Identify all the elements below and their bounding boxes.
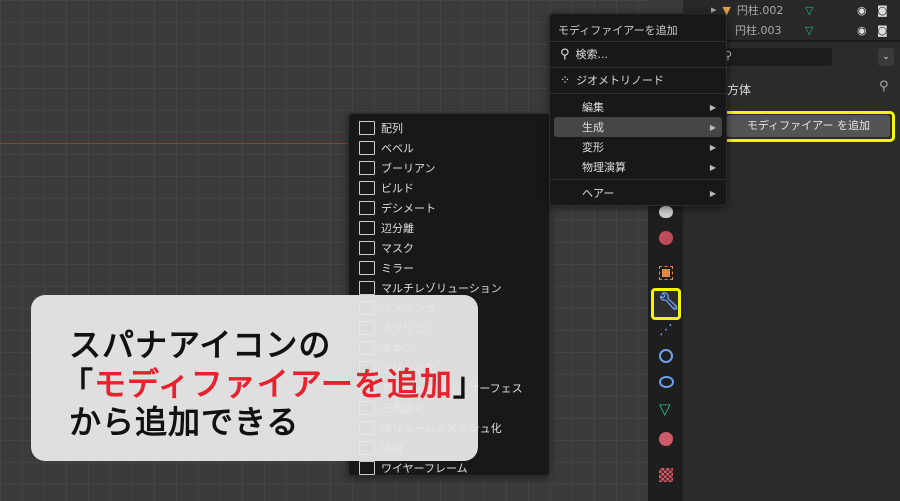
modifier-icon (359, 201, 375, 215)
constraints-tab-icon[interactable] (659, 376, 674, 388)
submenu-arrow-icon: ▶ (709, 162, 716, 172)
item-label: ブーリアン (381, 162, 436, 175)
item-label: デシメート (381, 202, 436, 215)
world-tab-icon[interactable] (659, 231, 673, 245)
physics-tab-icon[interactable] (659, 206, 673, 218)
item-label: 生成 (582, 121, 604, 134)
modifier-icon (359, 241, 375, 255)
generate-menu-item[interactable]: ベベル (353, 138, 545, 158)
item-label: ビルド (381, 182, 414, 195)
add-modifier-button[interactable]: モディファイアー を追加 (727, 115, 890, 137)
camera-icon[interactable]: ◙ (877, 24, 888, 37)
item-label: ヘアー (582, 187, 615, 200)
generate-menu-item[interactable]: ビルド (353, 178, 545, 198)
object-tab-icon[interactable] (659, 266, 673, 280)
item-label: 辺分離 (381, 222, 414, 235)
camera-icon[interactable]: ◙ (877, 4, 888, 17)
object-name: 方体 (727, 83, 752, 97)
search-icon: ⚲ (560, 46, 570, 62)
item-label: マルチレゾリューション (381, 282, 502, 295)
generate-menu-item[interactable]: デシメート (353, 198, 545, 218)
modifier-icon (359, 121, 375, 135)
menu-item-0[interactable]: 編集 ▶ (554, 97, 722, 117)
mesh-data-tab-icon[interactable]: ▽ (659, 400, 671, 418)
modifier-icon (359, 461, 375, 475)
wrench-icon[interactable]: 🔧︎ (658, 292, 680, 312)
item-label: 検索... (575, 48, 609, 61)
item-label: ワイヤーフレーム (381, 462, 468, 475)
item-label: 変形 (582, 141, 604, 154)
x-axis-line (0, 143, 350, 144)
menu-item-3[interactable]: 物理演算 ▶ (554, 157, 722, 177)
modifier-icon (359, 261, 375, 275)
mesh-data-icon: ▽ (805, 23, 814, 37)
properties-search[interactable]: ⚲ (720, 48, 832, 66)
physics-force-tab-icon[interactable] (659, 349, 673, 363)
item-label: 配列 (381, 122, 403, 135)
generate-menu-item[interactable]: 配列 (353, 118, 545, 138)
object-name: 円柱.003 (735, 24, 782, 37)
menu-item-1[interactable]: 生成 ▶ (554, 117, 722, 137)
submenu-arrow-icon: ▶ (709, 142, 716, 152)
modifier-icon (359, 161, 375, 175)
generate-menu-item[interactable]: ブーリアン (353, 158, 545, 178)
menu-item-4[interactable]: ヘアー ▶ (554, 183, 722, 203)
item-label: ジオメトリノード (576, 74, 665, 87)
object-name: 円柱.002 (736, 4, 784, 17)
item-label: ミラー (381, 262, 414, 275)
pin-icon[interactable]: ⚲ (879, 79, 889, 94)
generate-menu-item[interactable]: ミラー (353, 258, 545, 278)
filter-dropdown[interactable]: ⌄ (878, 48, 894, 66)
particles-tab-icon[interactable]: ⋰ (659, 322, 673, 338)
callout-line-3: から追加できる (69, 403, 300, 441)
generate-menu-item[interactable]: ワイヤーフレーム (353, 458, 545, 478)
generate-menu-item[interactable]: マスク (353, 238, 545, 258)
annotation-callout: スパナアイコンの 「モディファイアーを追加」 から追加できる (31, 295, 485, 461)
eye-icon[interactable]: ◉ (857, 24, 867, 37)
geometry-nodes-item[interactable]: ⁘ ジオメトリノード (554, 70, 722, 90)
eye-icon[interactable]: ◉ (857, 4, 867, 17)
mesh-data-icon: ▽ (805, 3, 814, 17)
generate-menu-item[interactable]: 辺分離 (353, 218, 545, 238)
item-label: 物理演算 (582, 161, 626, 174)
texture-tab-icon[interactable] (659, 468, 673, 482)
submenu-arrow-icon: ▶ (709, 122, 716, 132)
geometry-nodes-icon: ⁘ (560, 73, 571, 87)
material-tab-icon[interactable] (659, 432, 673, 446)
modifier-icon (359, 181, 375, 195)
menu-title: モディファイアーを追加 (558, 24, 678, 37)
item-label: 編集 (582, 101, 604, 114)
add-modifier-menu: モディファイアーを追加 ⚲ 検索... ⁘ ジオメトリノード 編集 ▶ 生成 ▶ 変形 ▶ 物理… (549, 13, 727, 206)
modifier-icon (359, 141, 375, 155)
modifier-icon (359, 221, 375, 235)
submenu-arrow-icon: ▶ (709, 102, 716, 112)
submenu-arrow-icon: ▶ (709, 188, 716, 198)
search-menu-item[interactable]: ⚲ 検索... (554, 44, 722, 64)
item-label: マスク (381, 242, 414, 255)
menu-item-2[interactable]: 変形 ▶ (554, 137, 722, 157)
item-label: ベベル (381, 142, 414, 155)
modifier-icon (359, 281, 375, 295)
